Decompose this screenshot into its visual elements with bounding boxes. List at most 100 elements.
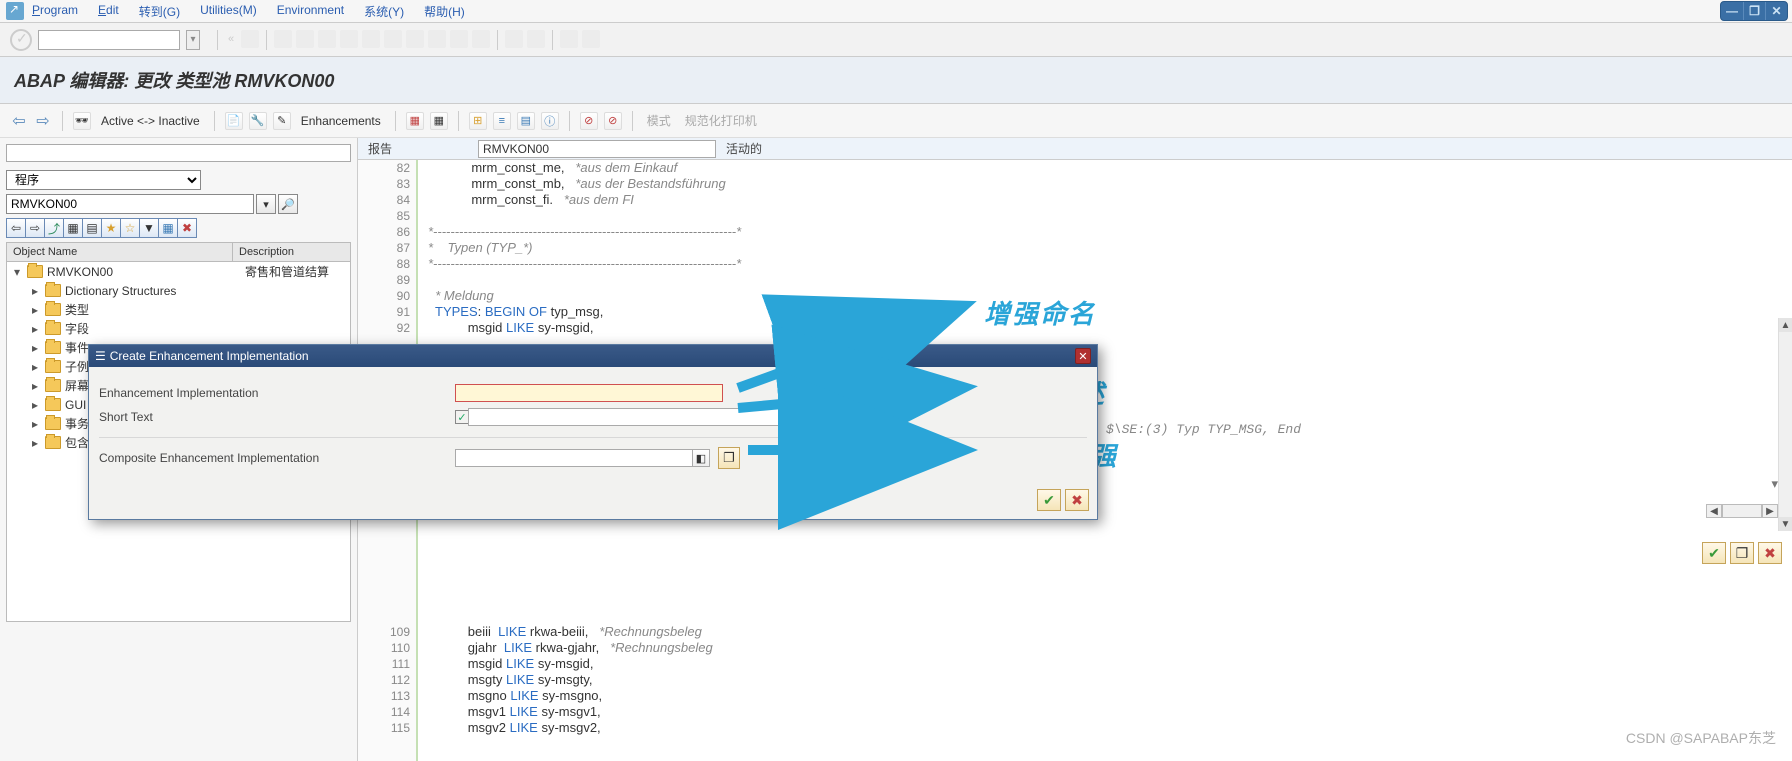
where-used-icon[interactable]: ⊞: [469, 112, 487, 130]
dialog-footer: ✔ ✖: [89, 480, 1097, 519]
new-session-icon[interactable]: [505, 30, 523, 48]
tree-toggle-icon[interactable]: ▾: [11, 265, 23, 279]
menu-goto[interactable]: 转到(G): [139, 3, 180, 20]
info-icon[interactable]: ⓘ: [541, 112, 559, 130]
program-dropdown-icon[interactable]: ▾: [256, 194, 276, 214]
tree-edit-icon[interactable]: ▦: [158, 218, 178, 238]
tree-root-node[interactable]: ▾ RMVKON00 寄售和管道结算: [7, 262, 350, 281]
vertical-scrollbar[interactable]: ▲ ▼: [1778, 318, 1792, 531]
editor-doc-button[interactable]: ❐: [1730, 542, 1754, 564]
editor-cancel-button[interactable]: ✖: [1758, 542, 1782, 564]
composite-value-help-icon[interactable]: ◧: [692, 449, 710, 467]
composite-input[interactable]: [455, 449, 693, 467]
tree-node[interactable]: ▸类型: [7, 300, 350, 319]
menu-system[interactable]: 系统(Y): [364, 3, 404, 20]
scroll-down-icon[interactable]: ▼: [1779, 517, 1792, 531]
last-page-icon[interactable]: [472, 30, 490, 48]
object-list-icon[interactable]: ▤: [517, 112, 535, 130]
tree-next-icon[interactable]: ⇨: [25, 218, 45, 238]
layout-icon[interactable]: [582, 30, 600, 48]
chevron-left-icon: «: [225, 30, 237, 48]
hscroll-left-icon[interactable]: ◀: [1706, 504, 1722, 518]
save-icon[interactable]: [241, 30, 259, 48]
find-icon[interactable]: [362, 30, 380, 48]
tree-prev-icon[interactable]: ⇦: [6, 218, 26, 238]
program-name-input[interactable]: [6, 194, 254, 214]
help-icon[interactable]: [560, 30, 578, 48]
dialog-accept-button[interactable]: ✔: [1037, 489, 1061, 511]
editor-info-bar: 报告 RMVKON00 活动的: [358, 138, 1792, 160]
dialog-cancel-button[interactable]: ✖: [1065, 489, 1089, 511]
enh-impl-label: Enhancement Implementation: [99, 386, 455, 400]
print-icon[interactable]: [340, 30, 358, 48]
menu-utilities[interactable]: Utilities(M): [200, 3, 257, 20]
hscroll-right-icon[interactable]: ▶: [1762, 504, 1778, 518]
folder-icon: [27, 265, 43, 278]
short-text-check-icon: ✓: [455, 410, 469, 424]
activate-icon[interactable]: ▦: [430, 112, 448, 130]
dialog-icon: ☰: [95, 349, 106, 363]
window-maximize-icon[interactable]: ❐: [1743, 2, 1765, 20]
menu-help[interactable]: 帮助(H): [424, 3, 465, 20]
command-dropdown-icon[interactable]: ▾: [186, 30, 200, 50]
first-page-icon[interactable]: [406, 30, 424, 48]
short-text-label: Short Text: [99, 410, 455, 424]
nav-forward-icon[interactable]: ⇨: [34, 112, 52, 130]
ok-code-icon[interactable]: [10, 29, 32, 51]
tree-header-object: Object Name: [7, 243, 233, 261]
printer-label: 规范化打印机: [685, 112, 757, 129]
composite-label: Composite Enhancement Implementation: [99, 451, 455, 465]
prev-page-icon[interactable]: [428, 30, 446, 48]
back-icon[interactable]: [274, 30, 292, 48]
active-inactive-label[interactable]: Active <-> Inactive: [101, 114, 200, 128]
dialog-titlebar[interactable]: ☰ Create Enhancement Implementation ✕: [89, 345, 1097, 367]
check-icon[interactable]: ▦: [406, 112, 424, 130]
other-object-icon[interactable]: 📄: [225, 112, 243, 130]
program-display-icon[interactable]: 🔎: [278, 194, 298, 214]
hierarchy-icon[interactable]: ≡: [493, 112, 511, 130]
tree-expand-icon[interactable]: ▼: [139, 218, 159, 238]
composite-create-button[interactable]: ❐: [718, 447, 740, 469]
dialog-close-icon[interactable]: ✕: [1075, 348, 1091, 364]
cancel-icon[interactable]: [318, 30, 336, 48]
display-toggle-icon[interactable]: 🕶: [73, 112, 91, 130]
menu-bar: Program Edit 转到(G) Utilities(M) Environm…: [0, 0, 1792, 23]
command-input[interactable]: [38, 30, 180, 50]
editor-corner-dropdown-icon[interactable]: ▾: [1771, 476, 1778, 492]
tree-fav-add-icon[interactable]: ★: [101, 218, 121, 238]
tree-up-icon[interactable]: ⤴: [44, 218, 64, 238]
tree-close-icon[interactable]: ✖: [177, 218, 197, 238]
menu-program[interactable]: Program: [32, 3, 78, 20]
nav-back-icon[interactable]: ⇦: [10, 112, 28, 130]
breakpoint-icon[interactable]: ⊘: [580, 112, 598, 130]
exit-icon[interactable]: [296, 30, 314, 48]
tree-toolbar: ⇦ ⇨ ⤴ ▦ ▤ ★ ☆ ▼ ▦ ✖: [6, 218, 351, 238]
next-page-icon[interactable]: [450, 30, 468, 48]
window-minimize-icon[interactable]: —: [1721, 2, 1743, 20]
enhance-wand-icon[interactable]: ✎: [273, 112, 291, 130]
menu-environment[interactable]: Environment: [277, 3, 344, 20]
editor-footer-buttons: ✔ ❐ ✖: [1702, 542, 1782, 564]
tree-display-icon[interactable]: ▤: [82, 218, 102, 238]
horizontal-scroll-controls: ◀ ▶: [1706, 504, 1778, 518]
dialog-title: Create Enhancement Implementation: [110, 349, 309, 363]
tree-node[interactable]: ▸字段: [7, 319, 350, 338]
window-controls: — ❐ ✕: [1720, 1, 1788, 21]
tree-refresh-icon[interactable]: ▦: [63, 218, 83, 238]
findnext-icon[interactable]: [384, 30, 402, 48]
tree-header: Object Name Description: [6, 242, 351, 262]
shortcut-icon[interactable]: [527, 30, 545, 48]
tree-node[interactable]: ▸Dictionary Structures: [7, 281, 350, 300]
short-text-input[interactable]: [468, 408, 900, 426]
enhance-icon[interactable]: 🔧: [249, 112, 267, 130]
enhancements-label[interactable]: Enhancements: [301, 114, 381, 128]
tree-fav-icon[interactable]: ☆: [120, 218, 140, 238]
window-close-icon[interactable]: ✕: [1765, 2, 1787, 20]
scroll-up-icon[interactable]: ▲: [1779, 318, 1792, 332]
object-type-select[interactable]: 程序: [6, 170, 201, 190]
enh-impl-input[interactable]: [455, 384, 723, 402]
menu-edit[interactable]: Edit: [98, 3, 119, 20]
editor-accept-button[interactable]: ✔: [1702, 542, 1726, 564]
command-bar: ▾ «: [0, 23, 1792, 57]
breakpoint2-icon[interactable]: ⊘: [604, 112, 622, 130]
